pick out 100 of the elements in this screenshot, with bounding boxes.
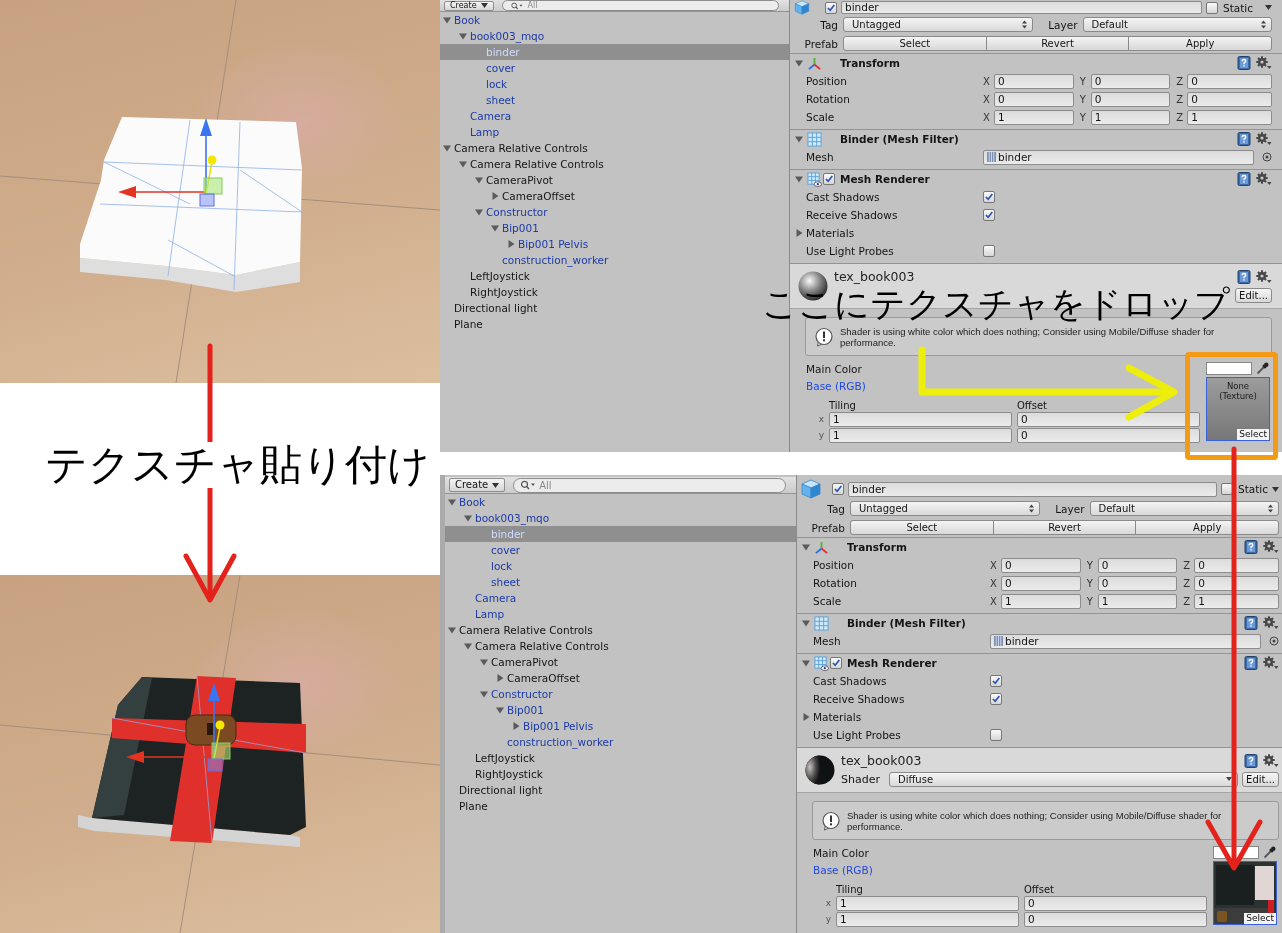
- hierarchy-item[interactable]: Constructor: [440, 204, 554, 220]
- name-field[interactable]: binder: [841, 1, 1202, 14]
- hierarchy-item[interactable]: Lamp: [445, 606, 511, 622]
- checkbox[interactable]: [983, 209, 995, 221]
- number-field[interactable]: 0: [1187, 91, 1272, 107]
- number-field[interactable]: 0: [1017, 427, 1200, 443]
- caret-down-icon[interactable]: [459, 32, 467, 40]
- hierarchy-item[interactable]: CameraPivot: [445, 654, 564, 670]
- hierarchy-item[interactable]: sheet: [440, 92, 522, 108]
- caret-right-icon[interactable]: [496, 674, 504, 682]
- number-field[interactable]: 0: [1187, 73, 1272, 89]
- number-field[interactable]: 0: [1024, 911, 1207, 927]
- foldout[interactable]: Materials: [795, 227, 855, 239]
- caret-right-icon[interactable]: [795, 229, 803, 237]
- select-button[interactable]: Select: [1244, 913, 1276, 924]
- caret-down-icon[interactable]: [480, 658, 488, 666]
- help-icon[interactable]: [1244, 753, 1258, 768]
- eyedropper-icon[interactable]: [1263, 846, 1276, 859]
- checkbox[interactable]: [983, 191, 995, 203]
- static-checkbox[interactable]: [1205, 1, 1218, 14]
- number-field[interactable]: 0: [1001, 557, 1081, 573]
- foldout[interactable]: Materials: [802, 711, 862, 723]
- number-field[interactable]: 0: [1024, 895, 1207, 911]
- static-checkbox[interactable]: [1220, 483, 1233, 495]
- shader-dropdown[interactable]: Diffuse: [889, 771, 1239, 787]
- number-field[interactable]: 1: [1194, 593, 1279, 609]
- hierarchy-item[interactable]: sheet: [445, 574, 527, 590]
- hierarchy-item[interactable]: Plane: [445, 798, 494, 814]
- caret-down-icon[interactable]: [443, 16, 451, 24]
- name-field[interactable]: binder: [848, 481, 1217, 497]
- checkbox[interactable]: [990, 729, 1002, 741]
- prefab-button[interactable]: Apply: [1128, 36, 1272, 51]
- settings-icon[interactable]: [1263, 540, 1279, 554]
- caret-right-icon[interactable]: [802, 713, 810, 721]
- help-icon[interactable]: [1237, 56, 1251, 70]
- texture-slot[interactable]: Select: [1213, 861, 1277, 925]
- caret-right-icon[interactable]: [491, 192, 499, 200]
- number-field[interactable]: 1: [829, 427, 1012, 443]
- hierarchy-item[interactable]: Book: [445, 494, 492, 510]
- hierarchy-item[interactable]: Directional light: [440, 300, 544, 316]
- hierarchy-item[interactable]: LeftJoystick: [445, 750, 541, 766]
- hierarchy-item[interactable]: Camera Relative Controls: [440, 140, 594, 156]
- hierarchy-item[interactable]: Constructor: [445, 686, 559, 702]
- number-field[interactable]: 1: [836, 895, 1019, 911]
- number-field[interactable]: 0: [994, 91, 1074, 107]
- hierarchy-item[interactable]: Book: [440, 12, 487, 28]
- hierarchy-item[interactable]: RightJoystick: [440, 284, 544, 300]
- caret-down-icon[interactable]: [795, 59, 803, 67]
- circle-dot-icon[interactable]: [1269, 636, 1279, 646]
- hierarchy-item[interactable]: LeftJoystick: [440, 268, 536, 284]
- caret-down-icon[interactable]: [475, 208, 483, 216]
- caret-down-icon[interactable]: [1272, 486, 1279, 492]
- settings-icon[interactable]: [1263, 656, 1279, 670]
- caret-down-icon[interactable]: [802, 659, 810, 667]
- help-icon[interactable]: [1237, 132, 1251, 146]
- checkbox[interactable]: [990, 693, 1002, 705]
- active-checkbox[interactable]: [832, 483, 844, 495]
- hierarchy-item[interactable]: Bip001: [440, 220, 545, 236]
- hierarchy-item[interactable]: cover: [440, 60, 522, 76]
- caret-down-icon[interactable]: [1265, 5, 1272, 10]
- number-field[interactable]: 0: [1001, 575, 1081, 591]
- hierarchy-item[interactable]: Camera: [440, 108, 518, 124]
- caret-down-icon[interactable]: [464, 642, 472, 650]
- number-field[interactable]: 0: [1097, 557, 1178, 573]
- layer-dropdown[interactable]: Default: [1089, 501, 1279, 516]
- hierarchy-item[interactable]: CameraPivot: [440, 172, 559, 188]
- settings-icon[interactable]: [1256, 269, 1272, 284]
- texture-slot[interactable]: None (Texture) Select: [1206, 377, 1270, 441]
- number-field[interactable]: 1: [1097, 593, 1178, 609]
- hierarchy-item[interactable]: Directional light: [445, 782, 549, 798]
- object-field[interactable]: binder: [990, 633, 1261, 649]
- caret-down-icon[interactable]: [802, 543, 810, 551]
- hierarchy-item[interactable]: CameraOffset: [440, 188, 581, 204]
- hierarchy-item[interactable]: Camera Relative Controls: [445, 622, 599, 638]
- caret-down-icon[interactable]: [448, 498, 456, 506]
- hierarchy-item[interactable]: Camera Relative Controls: [440, 156, 610, 172]
- checkbox[interactable]: [990, 675, 1002, 687]
- hierarchy-item[interactable]: book003_mqo: [440, 28, 551, 44]
- number-field[interactable]: 0: [1090, 73, 1171, 89]
- number-field[interactable]: 0: [1097, 575, 1178, 591]
- settings-icon[interactable]: [1256, 172, 1272, 186]
- prefab-button[interactable]: Apply: [1135, 520, 1279, 535]
- create-button[interactable]: Create: [444, 0, 494, 11]
- object-field[interactable]: binder: [983, 149, 1254, 165]
- caret-down-icon[interactable]: [464, 514, 472, 522]
- caret-down-icon[interactable]: [459, 160, 467, 168]
- caret-down-icon[interactable]: [491, 224, 499, 232]
- caret-down-icon[interactable]: [480, 690, 488, 698]
- number-field[interactable]: 1: [1090, 109, 1171, 125]
- number-field[interactable]: 0: [1017, 411, 1200, 427]
- caret-down-icon[interactable]: [496, 706, 504, 714]
- hierarchy-item[interactable]: lock: [445, 558, 519, 574]
- prefab-button[interactable]: Revert: [985, 36, 1130, 51]
- settings-icon[interactable]: [1256, 132, 1272, 146]
- caret-down-icon[interactable]: [475, 176, 483, 184]
- caret-down-icon[interactable]: [802, 619, 810, 627]
- hierarchy-item[interactable]: Plane: [440, 316, 489, 332]
- number-field[interactable]: 0: [1194, 557, 1279, 573]
- help-icon[interactable]: [1244, 656, 1258, 670]
- help-icon[interactable]: [1244, 616, 1258, 630]
